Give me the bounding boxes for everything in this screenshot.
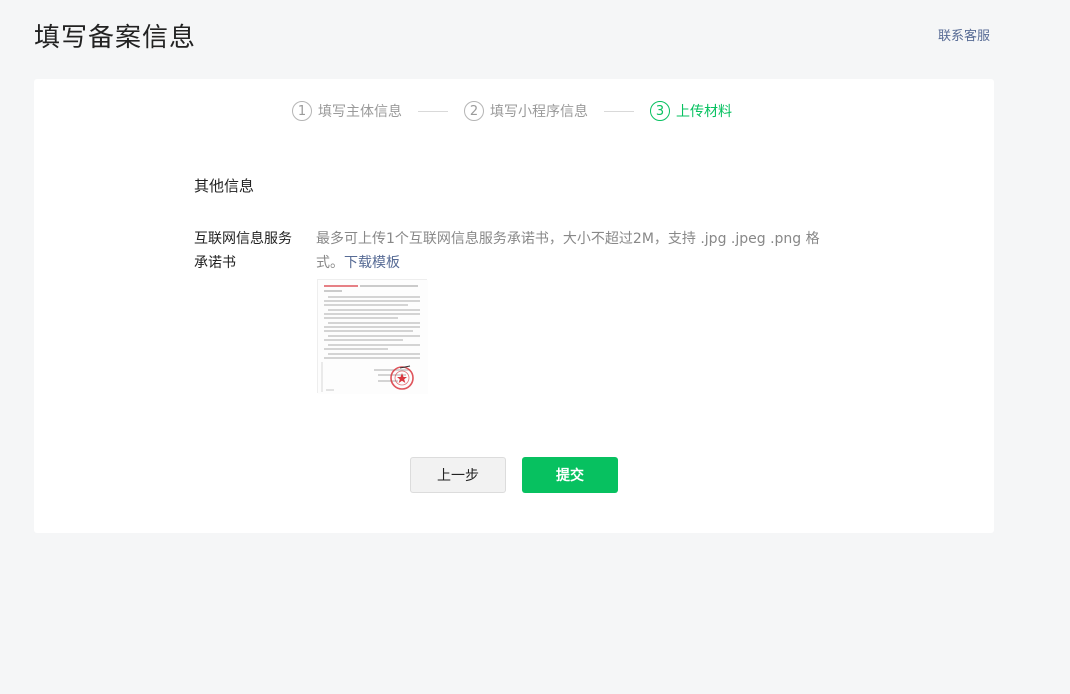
section-title: 其他信息 bbox=[194, 177, 255, 195]
step-number: 1 bbox=[292, 101, 312, 121]
previous-step-button[interactable]: 上一步 bbox=[410, 457, 506, 493]
download-template-link[interactable]: 下载模板 bbox=[344, 255, 400, 271]
step-label: 上传材料 bbox=[676, 104, 732, 120]
upload-field-label: 互联网信息服务承诺书 bbox=[194, 231, 292, 271]
page-title: 填写备案信息 bbox=[34, 23, 197, 53]
step-label: 填写小程序信息 bbox=[490, 104, 588, 120]
step-divider bbox=[604, 110, 634, 112]
step-number: 3 bbox=[650, 101, 670, 121]
step-label: 填写主体信息 bbox=[318, 104, 402, 120]
step-number: 2 bbox=[464, 101, 484, 121]
form-card: 1 填写主体信息 2 填写小程序信息 3 上传材料 其他信息 互联网信息服务承诺… bbox=[34, 79, 994, 533]
uploaded-document-thumbnail[interactable] bbox=[317, 279, 428, 394]
submit-button[interactable]: 提交 bbox=[522, 457, 618, 493]
document-preview-image bbox=[318, 280, 428, 394]
step-upload-materials: 3 上传材料 bbox=[650, 101, 732, 121]
step-indicator: 1 填写主体信息 2 填写小程序信息 3 上传材料 bbox=[292, 101, 732, 121]
contact-support-link[interactable]: 联系客服 bbox=[938, 25, 990, 44]
upload-field-description: 最多可上传1个互联网信息服务承诺书，大小不超过2M，支持 .jpg .jpeg … bbox=[316, 227, 826, 275]
step-divider bbox=[418, 110, 448, 112]
step-miniprogram-info: 2 填写小程序信息 bbox=[464, 101, 588, 121]
step-subject-info: 1 填写主体信息 bbox=[292, 101, 402, 121]
